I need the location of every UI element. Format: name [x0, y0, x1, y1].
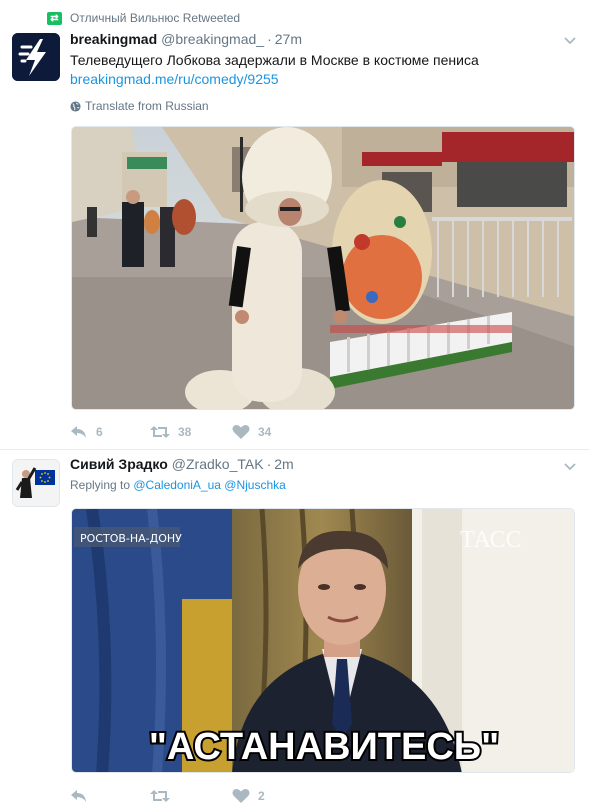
retweet-icon [150, 426, 170, 438]
reply-button[interactable]: 6 [70, 425, 150, 439]
tweet-breakingmad[interactable]: ⇄ Отличный Вильнюс Retweeted breakingmad… [0, 0, 589, 450]
fullname[interactable]: breakingmad [70, 31, 157, 47]
timestamp[interactable]: 2m [274, 456, 293, 472]
avatar[interactable] [12, 33, 60, 81]
translate-text: Translate from Russian [85, 99, 209, 113]
like-button[interactable]: 2 [232, 788, 312, 804]
tweet-link[interactable]: breakingmad.me/ru/comedy/9255 [70, 71, 279, 87]
tweet-header: breakingmad @breakingmad_ · 27m [70, 31, 302, 47]
like-button[interactable]: 34 [232, 424, 312, 440]
mention-link[interactable]: @CaledoniA_ua [133, 478, 221, 492]
replying-prefix: Replying to [70, 478, 134, 492]
retweet-button[interactable]: 38 [150, 425, 232, 439]
retweet-context-text: Отличный Вильнюс Retweeted [70, 11, 241, 25]
separator: · [267, 31, 272, 47]
tv-still-photo: РОСТОВ-НА-ДОНУ ТАСС "АСТАНАВИТЕСЬ" [72, 509, 574, 772]
heart-icon [232, 788, 250, 803]
heart-icon [232, 424, 250, 439]
translate-link[interactable]: Translate from Russian [70, 99, 209, 113]
lightning-icon [12, 33, 60, 81]
tweet-photo[interactable]: РОСТОВ-НА-ДОНУ ТАСС "АСТАНАВИТЕСЬ" [71, 508, 575, 773]
retweet-button[interactable] [150, 789, 232, 803]
username[interactable]: @breakingmad_ [161, 31, 264, 47]
replying-to: Replying to @CaledoniA_ua @Njuschka [70, 478, 286, 492]
fullname[interactable]: Сивий Зрадко [70, 456, 168, 472]
retweet-context[interactable]: ⇄ Отличный Вильнюс Retweeted [47, 10, 240, 26]
tweet-text: Телеведущего Лобкова задержали в Москве … [70, 52, 479, 68]
mention-link[interactable]: @Njuschka [224, 478, 286, 492]
timestamp[interactable]: 27m [275, 31, 302, 47]
like-count: 34 [258, 425, 272, 439]
retweet-badge-icon: ⇄ [47, 11, 62, 25]
meme-caption: "АСТАНАВИТЕСЬ" [149, 726, 499, 768]
retweet-count: 38 [178, 425, 192, 439]
tweet-actions: 6 38 34 [70, 424, 312, 440]
street-photo [72, 127, 574, 409]
globe-icon [70, 100, 81, 112]
caret-down-icon[interactable] [563, 33, 577, 47]
avatar-image [13, 460, 59, 506]
tweet-photo[interactable] [71, 126, 575, 410]
retweet-icon [150, 790, 170, 802]
caret-down-icon[interactable] [563, 459, 577, 473]
reply-icon [71, 426, 86, 438]
like-count: 2 [258, 789, 265, 803]
tass-logo: ТАСС [460, 527, 522, 553]
tweet-actions: 2 [70, 788, 312, 804]
reply-count: 6 [96, 425, 103, 439]
location-badge: РОСТОВ-НА-ДОНУ [80, 532, 182, 545]
separator: · [266, 456, 272, 472]
username[interactable]: @Zradko_TAK [172, 456, 264, 472]
reply-button[interactable] [70, 789, 150, 803]
reply-icon [71, 790, 86, 802]
avatar[interactable] [12, 459, 60, 507]
tweet-header: Сивий Зрадко @Zradko_TAK · 2m [70, 456, 294, 472]
